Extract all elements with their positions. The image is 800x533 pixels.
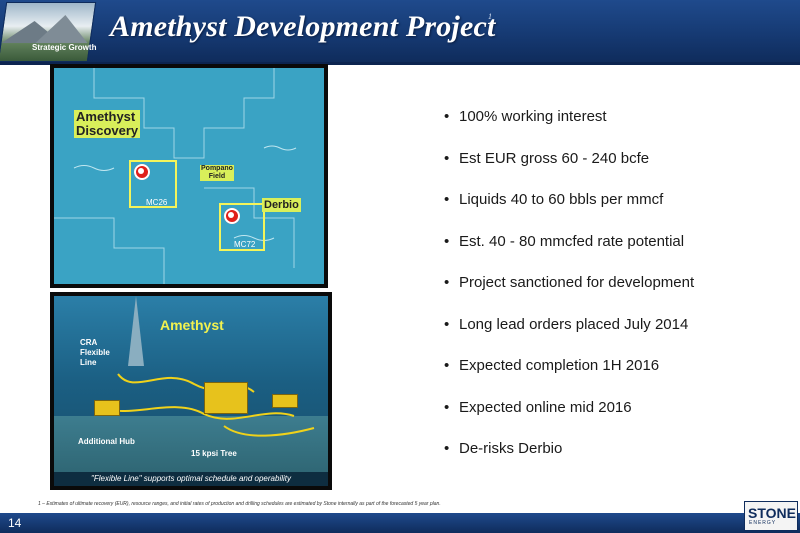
logo-label: Strategic Growth bbox=[32, 43, 97, 52]
bullet-icon: • bbox=[444, 191, 450, 208]
pompano-field-label: Pompano Field bbox=[200, 165, 234, 181]
list-item: • 100% working interest bbox=[444, 106, 784, 148]
title-footnote-marker: 1 bbox=[488, 12, 492, 21]
subsea-illustration: Amethyst CRA Flexible Line Additional Hu… bbox=[50, 292, 332, 490]
bullet-icon: • bbox=[444, 315, 450, 333]
cra-flexible-line-label: CRA Flexible Line bbox=[80, 338, 110, 367]
mc26-pin-icon bbox=[134, 164, 150, 180]
mc72-pin-icon bbox=[224, 208, 240, 224]
footnote: 1 – Estimates of ultimate recovery (EUR)… bbox=[38, 501, 441, 507]
page-title: Amethyst Development Project bbox=[110, 10, 496, 43]
footer-bar: 14 bbox=[0, 513, 800, 533]
mountain-peak-icon bbox=[35, 15, 92, 43]
subsea-caption: "Flexible Line" supports optimal schedul… bbox=[54, 472, 328, 486]
manifold-tree-icon bbox=[204, 382, 248, 414]
derbio-label: Derbio bbox=[262, 198, 301, 212]
map-contours bbox=[54, 68, 297, 284]
additional-hub-label: Additional Hub bbox=[78, 437, 135, 446]
amethyst-tag: Amethyst bbox=[160, 317, 224, 333]
bullet-icon: • bbox=[444, 398, 450, 416]
bullet-icon: • bbox=[444, 440, 450, 457]
list-item: • Est. 40 - 80 mmcfed rate potential bbox=[444, 231, 784, 273]
bullet-icon: • bbox=[444, 274, 450, 291]
bullet-icon: • bbox=[444, 357, 450, 374]
location-map: Amethyst Discovery MC26 Pompano Field MC… bbox=[50, 64, 328, 288]
list-item: • Expected online mid 2016 bbox=[444, 397, 784, 439]
secondary-hub-icon bbox=[272, 394, 298, 408]
tree-label: 15 kpsi Tree bbox=[191, 449, 237, 458]
list-item: • Est EUR gross 60 - 240 bcfe bbox=[444, 148, 784, 190]
list-item: • Project sanctioned for development bbox=[444, 272, 784, 314]
stone-energy-logo: STONE ENERGY bbox=[744, 501, 798, 531]
page-number: 14 bbox=[8, 516, 22, 530]
mc26-label: MC26 bbox=[146, 198, 168, 207]
bullet-icon: • bbox=[444, 232, 450, 250]
bullet-icon: • bbox=[444, 108, 450, 125]
list-item: • Long lead orders placed July 2014 bbox=[444, 314, 784, 356]
list-item: • Expected completion 1H 2016 bbox=[444, 355, 784, 397]
amethyst-discovery-label: Amethyst Discovery bbox=[74, 109, 141, 138]
additional-hub-icon bbox=[94, 400, 120, 416]
project-highlights: • 100% working interest • Est EUR gross 60… bbox=[444, 106, 784, 480]
list-item: • Liquids 40 to 60 bbls per mmcf bbox=[444, 189, 784, 231]
brand-name: STONE bbox=[748, 505, 796, 521]
strategic-growth-logo bbox=[0, 2, 97, 62]
mc72-label: MC72 bbox=[234, 240, 256, 249]
bullet-icon: • bbox=[444, 149, 450, 167]
list-item: • De-risks Derbio bbox=[444, 438, 784, 480]
brand-subtitle: ENERGY bbox=[749, 520, 777, 526]
header-bar: Strategic Growth Amethyst Development Pr… bbox=[0, 0, 800, 62]
